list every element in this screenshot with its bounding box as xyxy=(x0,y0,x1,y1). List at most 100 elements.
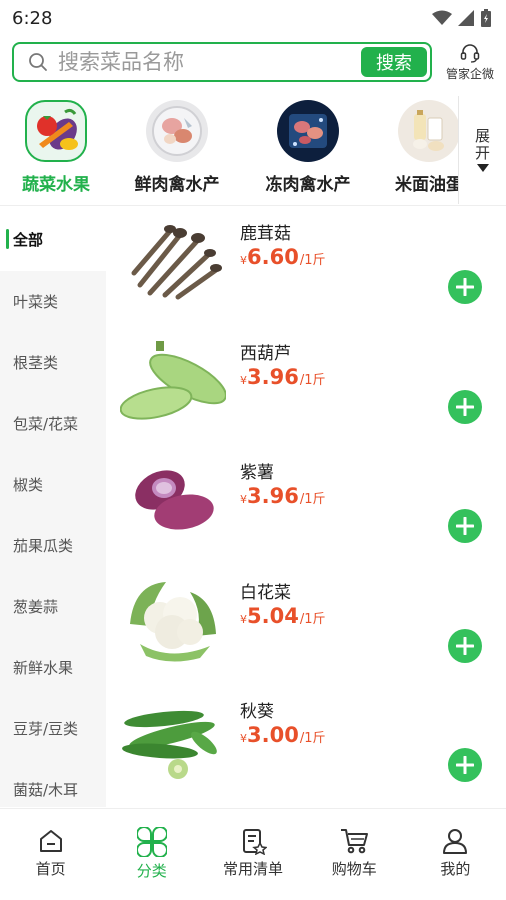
nav-label: 首页 xyxy=(35,860,66,878)
category-frozen-meat[interactable]: 冻肉禽水产 xyxy=(253,100,363,195)
product-list: 鹿茸菇 ¥ 6.60 /1斤 西葫芦 ¥ 3.96 /1斤 紫薯 ¥ 3.96 … xyxy=(106,207,506,807)
price-unit: /1斤 xyxy=(299,372,326,388)
category-fresh-meat[interactable]: 鲜肉禽水产 xyxy=(122,100,232,195)
product-card[interactable]: 鹿茸菇 ¥ 6.60 /1斤 xyxy=(106,207,506,327)
search-button[interactable]: 搜索 xyxy=(361,47,427,77)
product-price: ¥ 3.96 /1斤 xyxy=(240,484,325,508)
product-card[interactable]: 秋葵 ¥ 3.00 /1斤 xyxy=(106,685,506,805)
profile-icon xyxy=(443,829,468,854)
fresh-meat-image xyxy=(146,100,208,162)
sidebar-item-all[interactable]: 全部 xyxy=(0,207,106,271)
zucchini-image xyxy=(120,340,226,420)
nav-home[interactable]: 首页 xyxy=(0,809,101,900)
plus-icon xyxy=(456,517,474,535)
sidebar-item-fruit[interactable]: 新鲜水果 xyxy=(0,637,106,698)
price-value: 3.96 xyxy=(247,484,299,508)
vegetables-fruits-image xyxy=(25,100,87,162)
sidebar-item-leafy[interactable]: 叶菜类 xyxy=(0,271,106,332)
search-row: 搜索 管家企微 xyxy=(0,38,506,88)
price-unit: /1斤 xyxy=(299,492,326,507)
mushroom-image xyxy=(131,225,222,300)
rice-flour-oil-egg-image xyxy=(398,100,460,162)
product-price: ¥ 6.60 /1斤 xyxy=(240,245,325,269)
sidebar-item-label: 叶菜类 xyxy=(13,293,59,311)
sidebar-item-pepper[interactable]: 椒类 xyxy=(0,454,106,515)
category-icon xyxy=(136,827,167,857)
nav-label: 分类 xyxy=(136,862,167,880)
search-icon xyxy=(29,53,47,71)
search-input[interactable] xyxy=(58,50,348,74)
product-name: 秋葵 xyxy=(240,702,274,722)
sidebar-item-label: 新鲜水果 xyxy=(13,659,74,677)
sidebar-item-solanaceous[interactable]: 茄果瓜类 xyxy=(0,515,106,576)
sidebar-item-label: 茄果瓜类 xyxy=(13,537,74,555)
search-box[interactable]: 搜索 xyxy=(12,42,432,82)
expand-label: 展开 xyxy=(473,128,491,162)
purple-sweet-potato-image xyxy=(135,470,214,530)
sidebar-item-cabbage[interactable]: 包菜/花菜 xyxy=(0,393,106,454)
sidebar-item-beans[interactable]: 豆芽/豆类 xyxy=(0,698,106,759)
currency-symbol: ¥ xyxy=(240,493,247,506)
sidebar-item-label: 包菜/花菜 xyxy=(13,415,79,433)
sidebar-item-label: 豆芽/豆类 xyxy=(13,720,79,738)
plus-icon xyxy=(456,278,474,296)
nav-profile[interactable]: 我的 xyxy=(405,809,506,900)
product-name: 白花菜 xyxy=(240,582,291,603)
wechat-service-button[interactable]: 管家企微 xyxy=(440,42,500,84)
add-to-cart-button[interactable] xyxy=(448,389,482,424)
expand-categories-button[interactable]: 展开 xyxy=(458,96,506,204)
nav-cart[interactable]: 购物车 xyxy=(304,809,405,900)
add-to-cart-button[interactable] xyxy=(448,748,482,782)
category-label: 冻肉禽水产 xyxy=(265,175,351,195)
nav-common-list[interactable]: 常用清单 xyxy=(202,809,303,900)
product-price: ¥ 3.96 /1斤 xyxy=(240,365,325,389)
category-vegetables-fruits[interactable]: 蔬菜水果 xyxy=(1,100,111,195)
category-label: 蔬菜水果 xyxy=(22,175,90,195)
list-icon xyxy=(243,829,267,855)
status-icons xyxy=(432,9,492,27)
status-bar: 6:28 xyxy=(0,0,506,36)
price-unit: /1斤 xyxy=(299,731,326,746)
cauliflower-image xyxy=(130,581,216,662)
product-card[interactable]: 紫薯 ¥ 3.96 /1斤 xyxy=(106,446,506,566)
signal-icon xyxy=(458,10,474,26)
category-row: 蔬菜水果 鲜肉禽水产 冻肉禽水产 米面油蛋 展开 xyxy=(0,96,506,206)
currency-symbol: ¥ xyxy=(240,732,247,745)
plus-icon xyxy=(456,397,474,416)
product-name: 西葫芦 xyxy=(240,343,291,364)
currency-symbol: ¥ xyxy=(240,373,247,387)
category-label: 鲜肉禽水产 xyxy=(134,175,220,195)
sidebar-item-aromatics[interactable]: 葱姜蒜 xyxy=(0,576,106,637)
subcategory-sidebar: 全部 叶菜类 根茎类 包菜/花菜 椒类 茄果瓜类 葱姜蒜 新鲜水果 豆芽/豆类 … xyxy=(0,207,106,807)
product-card[interactable]: 西葫芦 ¥ 3.96 /1斤 xyxy=(106,327,506,447)
price-unit: /1斤 xyxy=(299,253,326,268)
price-unit: /1斤 xyxy=(299,611,326,627)
sidebar-item-mushroom[interactable]: 菌菇/木耳 xyxy=(0,759,106,807)
sidebar-item-root[interactable]: 根茎类 xyxy=(0,332,106,393)
battery-icon xyxy=(481,9,491,27)
add-to-cart-button[interactable] xyxy=(448,270,482,304)
add-to-cart-button[interactable] xyxy=(448,509,482,543)
currency-symbol: ¥ xyxy=(240,612,247,626)
plus-icon xyxy=(456,756,474,774)
sidebar-item-label: 葱姜蒜 xyxy=(13,598,59,616)
wifi-icon xyxy=(432,10,452,25)
nav-label: 常用清单 xyxy=(223,860,284,878)
category-label: 米面油蛋 xyxy=(395,175,463,195)
currency-symbol: ¥ xyxy=(240,254,247,267)
bottom-nav: 首页 分类 常用清单 购物车 我的 xyxy=(0,808,506,900)
triangle-down-icon xyxy=(476,164,489,172)
product-card[interactable]: 白花菜 ¥ 5.04 /1斤 xyxy=(106,566,506,686)
product-price: ¥ 3.00 /1斤 xyxy=(240,723,325,747)
sidebar-item-label: 根茎类 xyxy=(13,354,59,372)
price-value: 3.00 xyxy=(247,723,299,747)
okra-image xyxy=(122,710,217,779)
price-value: 3.96 xyxy=(247,364,299,389)
plus-icon xyxy=(456,636,474,655)
nav-category[interactable]: 分类 xyxy=(101,809,202,900)
price-value: 6.60 xyxy=(247,245,299,269)
nav-label: 我的 xyxy=(440,860,471,878)
product-name: 鹿茸菇 xyxy=(240,224,291,244)
add-to-cart-button[interactable] xyxy=(448,628,482,663)
frozen-meat-image xyxy=(277,100,339,162)
